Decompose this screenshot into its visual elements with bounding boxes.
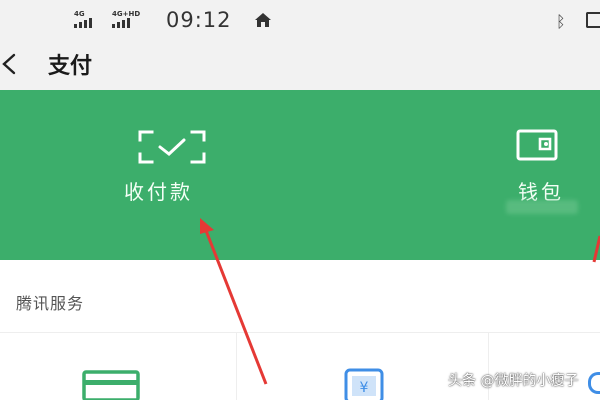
status-time: 09:12	[166, 8, 232, 32]
watermark: 头条 @微胖的小瘦子	[448, 373, 579, 389]
grid-divider	[236, 332, 237, 400]
header-bar: 支付	[0, 42, 600, 90]
partial-service-icon[interactable]	[588, 372, 600, 394]
battery-icon	[586, 12, 600, 28]
wifi-home-icon	[255, 13, 271, 27]
signal-bars-icon-2	[112, 18, 130, 28]
bluetooth-icon: ᛒ	[556, 12, 566, 31]
page-title: 支付	[48, 54, 93, 79]
payment-panel: 收付款 钱包	[0, 90, 600, 260]
phone-yuan-icon[interactable]: ¥	[344, 368, 384, 400]
wallet-balance-blurred	[506, 200, 578, 214]
signal-bars-icon	[74, 18, 92, 28]
scan-frame-icon	[138, 130, 206, 164]
wallet-icon	[516, 129, 558, 161]
divider	[0, 332, 600, 333]
network-label-1: 4G	[74, 10, 85, 18]
svg-text:¥: ¥	[360, 380, 369, 396]
back-chevron-icon[interactable]	[0, 52, 18, 76]
network-label-2: 4G+HD	[112, 10, 141, 18]
section-title: 腾讯服务	[16, 294, 85, 313]
status-bar: 4G 4G+HD 09:12 ᛒ	[0, 0, 600, 42]
pay-receive-label: 收付款	[124, 180, 193, 204]
card-icon[interactable]	[82, 370, 140, 400]
